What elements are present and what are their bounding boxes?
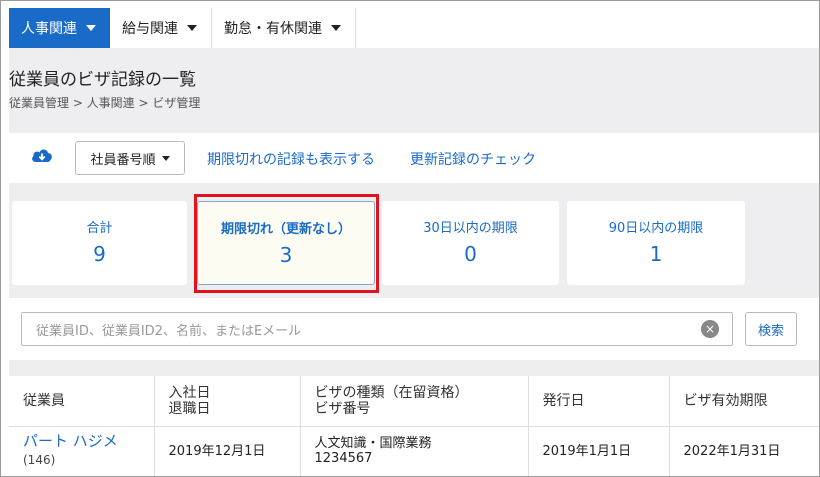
toolbar: 社員番号順 期限切れの記録も表示する 更新記録のチェック — [9, 133, 819, 183]
visa-number: 1234567 — [314, 451, 373, 467]
stat-card-expired[interactable]: 期限切れ（更新なし） 3 — [197, 201, 375, 285]
app-frame: 人事関連 給与関連 勤怠・有休関連 従業員のビザ記録の一覧 従業員管理 > 人事… — [0, 0, 820, 477]
stat-value: 1 — [649, 242, 663, 266]
search-button[interactable]: 検索 — [745, 312, 797, 346]
stat-card-30days[interactable]: 30日以内の期限 0 — [382, 201, 559, 285]
cell-expiry-date: 2022年1月31日 — [669, 426, 819, 476]
search-input[interactable]: 従業員ID、従業員ID2、名前、またはEメール — [21, 312, 733, 346]
breadcrumb[interactable]: 従業員管理 > 人事関連 > ビザ管理 — [9, 94, 200, 111]
header-line: 入社日 — [168, 384, 211, 401]
column-header-visa-type[interactable]: ビザの種類（在留資格） ビザ番号 — [300, 376, 529, 427]
chevron-down-icon — [331, 25, 341, 31]
chevron-down-icon — [86, 25, 96, 31]
nav-hr[interactable]: 人事関連 — [9, 8, 110, 48]
header-line: ビザの種類（在留資格） — [314, 384, 469, 401]
column-header-expiry-date[interactable]: ビザ有効期限 — [669, 376, 819, 427]
expiry-date: 2022年1月31日 — [683, 443, 781, 459]
top-nav: 人事関連 給与関連 勤怠・有休関連 — [9, 8, 819, 48]
stat-card-total[interactable]: 合計 9 — [12, 201, 187, 285]
cell-hire-date: 2019年12月1日 — [154, 426, 301, 476]
header-line: ビザ番号 — [314, 400, 371, 417]
visa-table: 従業員 入社日 退職日 ビザの種類（在留資格） ビザ番号 発行日 ビザ有効期限 — [9, 376, 819, 476]
nav-attendance[interactable]: 勤怠・有休関連 — [212, 8, 356, 48]
stat-value: 3 — [279, 243, 293, 267]
divider-band — [9, 360, 819, 376]
page-title: 従業員のビザ記録の一覧 — [9, 70, 196, 90]
stat-label: 期限切れ（更新なし） — [220, 222, 351, 237]
header-line: 退職日 — [168, 400, 211, 417]
chevron-down-icon — [187, 25, 197, 31]
hire-date: 2019年12月1日 — [168, 443, 266, 459]
table-header-row: 従業員 入社日 退職日 ビザの種類（在留資格） ビザ番号 発行日 ビザ有効期限 — [9, 376, 819, 427]
stat-value: 0 — [464, 242, 477, 266]
table-row: パート ハジメ (146) 2019年12月1日 人文知識・国際業務 12345… — [9, 426, 819, 476]
column-header-issue-date[interactable]: 発行日 — [528, 376, 670, 427]
nav-payroll-label: 給与関連 — [122, 21, 178, 37]
header-line: 発行日 — [542, 392, 585, 409]
chevron-down-icon — [161, 155, 170, 161]
check-renewal-link[interactable]: 更新記録のチェック — [410, 149, 536, 169]
sort-dropdown-label: 社員番号順 — [90, 152, 156, 168]
nav-hr-label: 人事関連 — [21, 21, 77, 37]
sort-dropdown[interactable]: 社員番号順 — [75, 141, 185, 175]
header-line: ビザ有効期限 — [683, 392, 768, 409]
stat-value: 9 — [93, 242, 106, 266]
cell-issue-date: 2019年1月1日 — [528, 426, 670, 476]
column-header-employee[interactable]: 従業員 — [9, 376, 155, 427]
cell-employee: パート ハジメ (146) — [9, 426, 155, 476]
employee-name-link[interactable]: パート ハジメ — [23, 434, 154, 449]
stat-card-90days[interactable]: 90日以内の期限 1 — [567, 201, 745, 285]
nav-payroll[interactable]: 給与関連 — [110, 8, 212, 48]
employee-id: (146) — [23, 453, 56, 468]
column-header-dates[interactable]: 入社日 退職日 — [154, 376, 301, 427]
clear-icon[interactable]: × — [701, 320, 719, 338]
header-line: 従業員 — [23, 392, 65, 409]
cloud-download-icon[interactable] — [31, 147, 53, 165]
stat-label: 合計 — [86, 221, 113, 236]
header-band — [9, 48, 819, 133]
cell-visa: 人文知識・国際業務 1234567 — [300, 426, 529, 476]
issue-date: 2019年1月1日 — [542, 443, 632, 459]
visa-type: 人文知識・国際業務 — [314, 436, 432, 452]
show-expired-link[interactable]: 期限切れの記録も表示する — [207, 149, 375, 169]
stat-label: 90日以内の期限 — [608, 221, 704, 236]
search-placeholder: 従業員ID、従業員ID2、名前、またはEメール — [36, 323, 302, 339]
stat-label: 30日以内の期限 — [423, 221, 518, 236]
nav-attendance-label: 勤怠・有休関連 — [224, 21, 322, 37]
